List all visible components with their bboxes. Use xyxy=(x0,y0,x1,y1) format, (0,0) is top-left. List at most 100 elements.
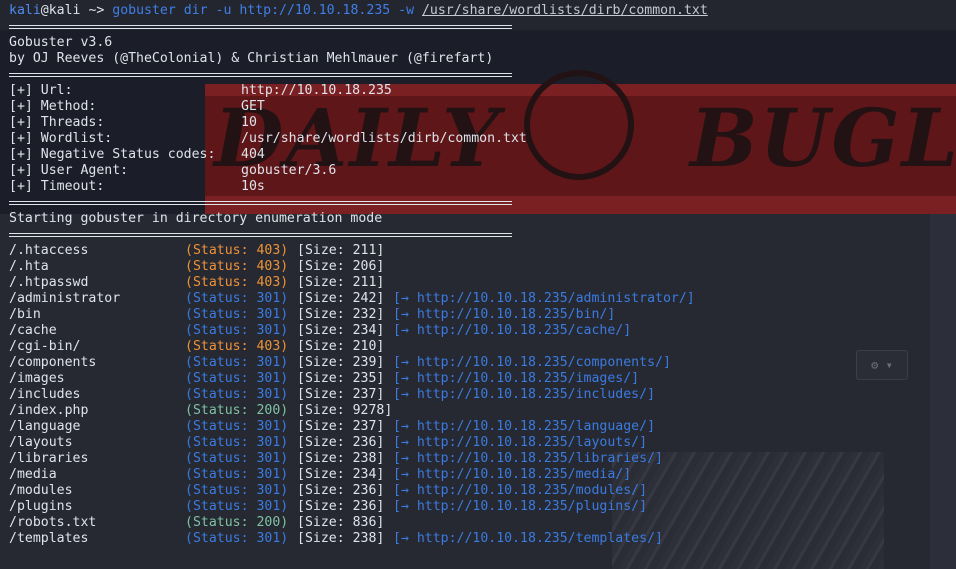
result-path: /images xyxy=(9,371,65,386)
result-redirect-link[interactable]: [→ http://10.10.18.235/components/] xyxy=(393,355,671,371)
prompt-path: ~> xyxy=(88,3,105,18)
result-row: /components (Status: 301) [Size: 239] [→ ht… xyxy=(9,355,939,371)
command-name: gobuster xyxy=(112,3,176,18)
result-redirect-link[interactable]: [→ http://10.10.18.235/images/] xyxy=(393,371,639,387)
config-row: [+] Negative Status codes: 404 xyxy=(9,147,529,163)
result-size: [Size: 836] xyxy=(297,515,385,530)
result-size: [Size: 236] xyxy=(297,499,385,514)
result-size: [Size: 235] xyxy=(297,371,385,386)
result-row: /index.php (Status: 200) [Size: 9278] xyxy=(9,403,939,419)
result-status: (Status: 301) xyxy=(185,307,289,322)
result-path: /robots.txt xyxy=(9,515,97,530)
result-path: /cache xyxy=(9,323,57,338)
result-redirect-link[interactable]: [→ http://10.10.18.235/layouts/] xyxy=(393,435,647,451)
result-status: (Status: 403) xyxy=(185,243,289,258)
result-redirect-link[interactable]: [→ http://10.10.18.235/cache/] xyxy=(393,323,631,339)
config-label: [+] Negative Status codes: xyxy=(9,147,216,162)
start-message: Starting gobuster in directory enumerati… xyxy=(9,211,383,226)
result-row: /media (Status: 301) [Size: 234] [→ http://… xyxy=(9,467,939,483)
result-redirect-link[interactable]: [→ http://10.10.18.235/plugins/] xyxy=(393,499,647,515)
config-label: [+] Url: xyxy=(9,83,73,98)
separator-rule xyxy=(9,73,512,77)
result-redirect-link[interactable]: [→ http://10.10.18.235/media/] xyxy=(393,467,631,483)
result-path: /layouts xyxy=(9,435,73,450)
config-value: GET xyxy=(241,99,265,114)
result-status: (Status: 200) xyxy=(185,515,289,530)
config-value: 10 xyxy=(241,115,257,130)
result-row: /plugins (Status: 301) [Size: 236] [→ http:… xyxy=(9,499,939,515)
result-redirect-link[interactable]: [→ http://10.10.18.235/bin/] xyxy=(393,307,615,323)
result-size: [Size: 239] xyxy=(297,355,385,370)
config-label: [+] Wordlist: xyxy=(9,131,113,146)
gobuster-authors: by OJ Reeves (@TheColonial) & Christian … xyxy=(9,51,494,66)
gobuster-version: Gobuster v3.6 xyxy=(9,35,113,50)
result-path: /bin xyxy=(9,307,41,322)
result-path: /plugins xyxy=(9,499,73,514)
result-size: [Size: 211] xyxy=(297,275,385,290)
result-path: /cgi-bin/ xyxy=(9,339,81,354)
result-path: /index.php xyxy=(9,403,89,418)
result-row: /administrator (Status: 301) [Size: 242] [→… xyxy=(9,291,939,307)
result-size: [Size: 232] xyxy=(297,307,385,322)
result-path: /modules xyxy=(9,483,73,498)
prompt-line: kali@kali ~> gobuster dir -u http://10.1… xyxy=(9,3,708,19)
config-row: [+] Url: http://10.10.18.235 xyxy=(9,83,529,99)
result-row: /robots.txt (Status: 200) [Size: 836] xyxy=(9,515,939,531)
result-size: [Size: 237] xyxy=(297,387,385,402)
config-row: [+] Wordlist: /usr/share/wordlists/dirb/c… xyxy=(9,131,529,147)
result-status: (Status: 301) xyxy=(185,355,289,370)
result-size: [Size: 211] xyxy=(297,243,385,258)
result-path: /media xyxy=(9,467,57,482)
result-path: /libraries xyxy=(9,451,89,466)
result-size: [Size: 9278] xyxy=(297,403,393,418)
separator-rule xyxy=(9,233,512,237)
result-path: /.htaccess xyxy=(9,243,89,258)
config-label: [+] Timeout: xyxy=(9,179,105,194)
result-size: [Size: 236] xyxy=(297,435,385,450)
result-status: (Status: 301) xyxy=(185,419,289,434)
result-size: [Size: 210] xyxy=(297,339,385,354)
result-size: [Size: 206] xyxy=(297,259,385,274)
result-redirect-link[interactable]: [→ http://10.10.18.235/templates/] xyxy=(393,531,663,547)
result-row: /cache (Status: 301) [Size: 234] [→ http://… xyxy=(9,323,939,339)
result-row: /layouts (Status: 301) [Size: 236] [→ http:… xyxy=(9,435,939,451)
result-row: /libraries (Status: 301) [Size: 238] [→ htt… xyxy=(9,451,939,467)
config-value: gobuster/3.6 xyxy=(241,163,337,178)
result-row: /language (Status: 301) [Size: 237] [→ http… xyxy=(9,419,939,435)
separator-rule xyxy=(9,25,512,29)
result-status: (Status: 301) xyxy=(185,483,289,498)
result-size: [Size: 238] xyxy=(297,531,385,546)
result-status: (Status: 301) xyxy=(185,467,289,482)
config-value: http://10.10.18.235 xyxy=(241,83,392,98)
result-path: /administrator xyxy=(9,291,121,306)
result-row: /.htaccess (Status: 403) [Size: 211] xyxy=(9,243,939,259)
result-redirect-link[interactable]: [→ http://10.10.18.235/includes/] xyxy=(393,387,655,403)
result-status: (Status: 403) xyxy=(185,275,289,290)
prompt-host: kali xyxy=(48,3,81,18)
terminal-output: kali@kali ~> gobuster dir -u http://10.1… xyxy=(0,0,956,569)
command-args: dir -u http://10.10.18.235 -w xyxy=(183,3,415,18)
result-row: /templates (Status: 301) [Size: 238] [→ htt… xyxy=(9,531,939,547)
result-size: [Size: 242] xyxy=(297,291,385,306)
result-status: (Status: 301) xyxy=(185,435,289,450)
result-status: (Status: 403) xyxy=(185,339,289,354)
result-redirect-link[interactable]: [→ http://10.10.18.235/libraries/] xyxy=(393,451,663,467)
result-path: /.hta xyxy=(9,259,49,274)
result-status: (Status: 301) xyxy=(185,531,289,546)
result-status: (Status: 403) xyxy=(185,259,289,274)
result-size: [Size: 237] xyxy=(297,419,385,434)
result-row: /modules (Status: 301) [Size: 236] [→ http:… xyxy=(9,483,939,499)
result-path: /components xyxy=(9,355,97,370)
result-path: /.htpasswd xyxy=(9,275,89,290)
result-status: (Status: 301) xyxy=(185,451,289,466)
config-row: [+] Threads: 10 xyxy=(9,115,529,131)
result-path: /includes xyxy=(9,387,81,402)
result-size: [Size: 236] xyxy=(297,483,385,498)
config-row: [+] Method: GET xyxy=(9,99,529,115)
result-redirect-link[interactable]: [→ http://10.10.18.235/language/] xyxy=(393,419,655,435)
result-status: (Status: 301) xyxy=(185,499,289,514)
config-label: [+] Method: xyxy=(9,99,97,114)
result-redirect-link[interactable]: [→ http://10.10.18.235/administrator/] xyxy=(393,291,695,307)
result-redirect-link[interactable]: [→ http://10.10.18.235/modules/] xyxy=(393,483,647,499)
config-value: 404 xyxy=(241,147,265,162)
